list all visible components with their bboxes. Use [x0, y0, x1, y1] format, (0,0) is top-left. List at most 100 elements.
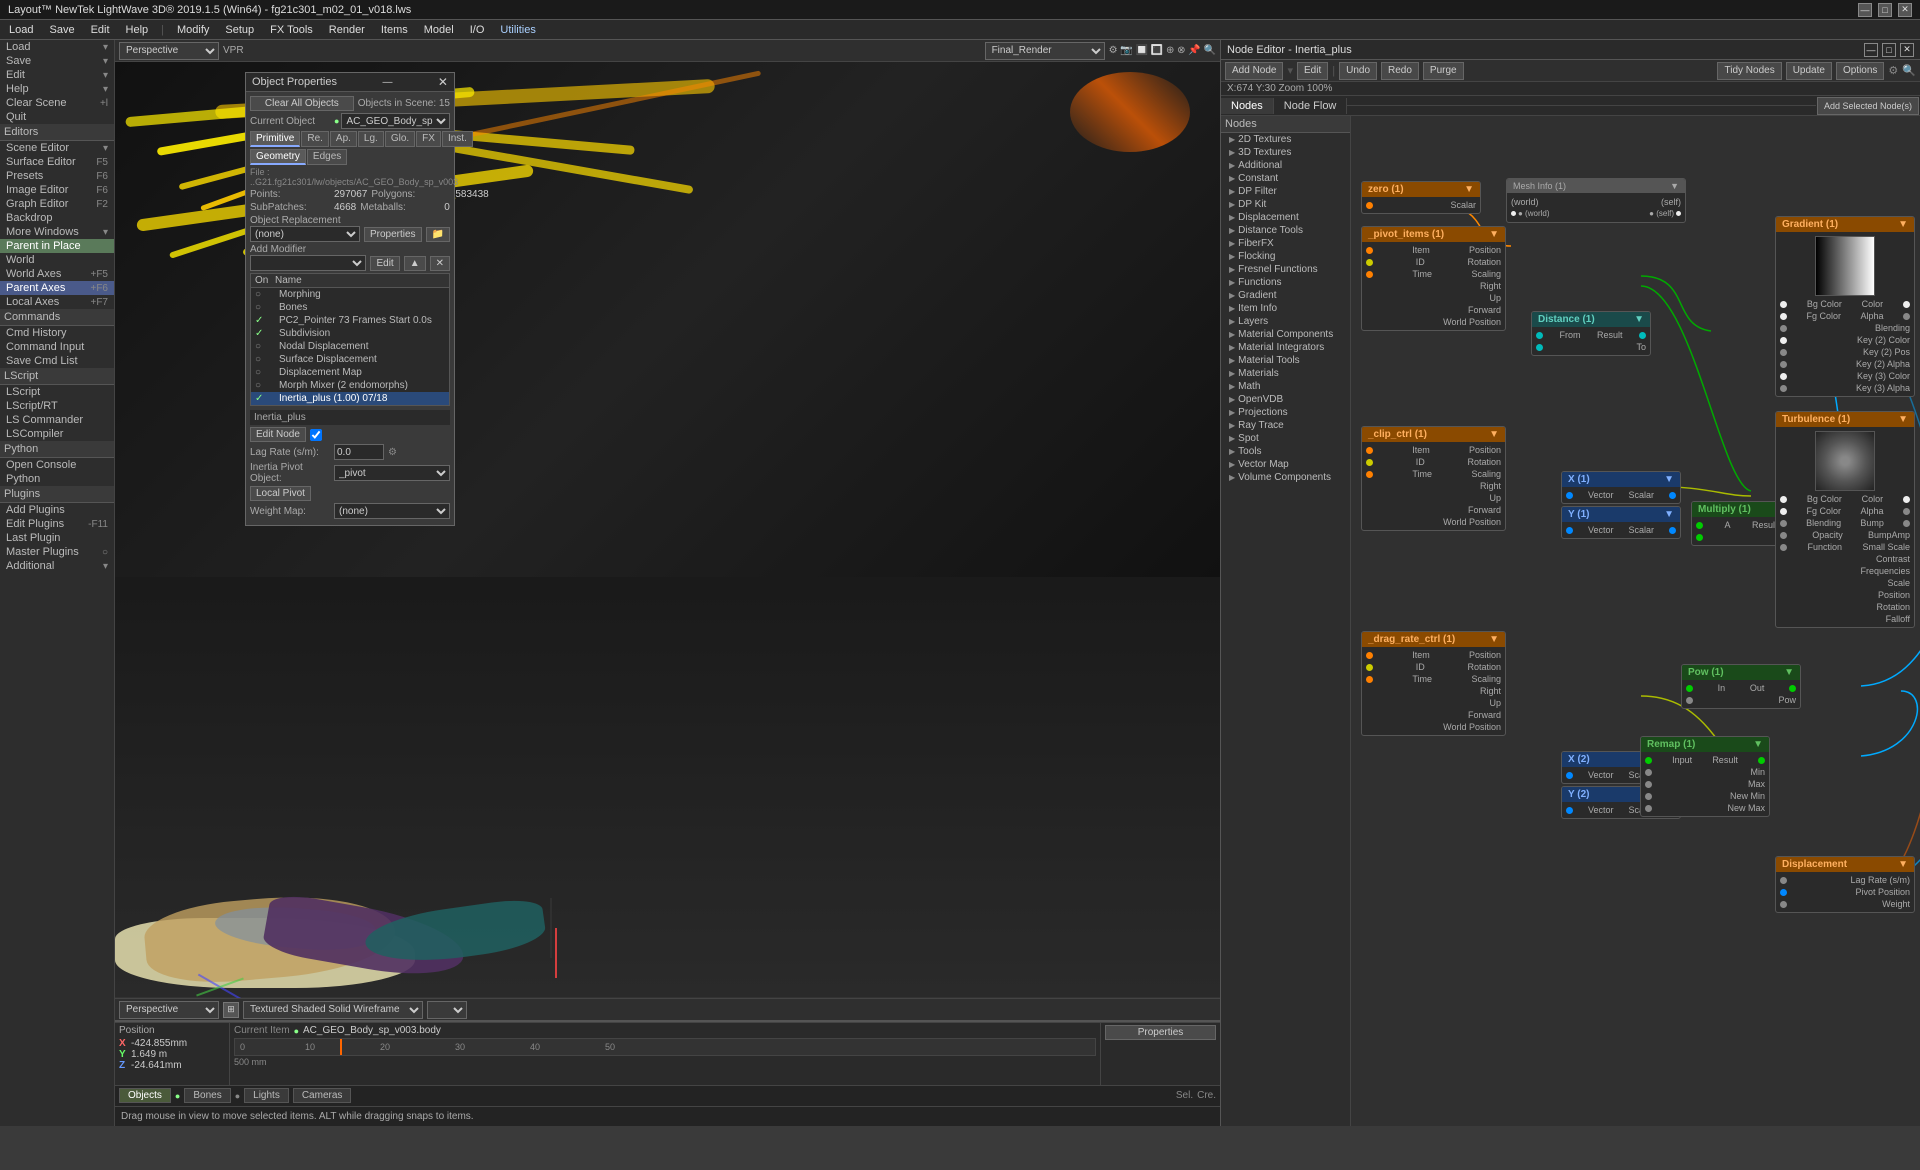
gradient-menu[interactable]: ▼	[1898, 219, 1908, 230]
weight-map-select[interactable]: (none)	[334, 503, 450, 519]
add-modifier-select[interactable]	[250, 255, 366, 271]
viewport-shading-select[interactable]: Textured Shaded Solid Wireframe	[243, 1001, 423, 1019]
tab-glo[interactable]: Glo.	[385, 131, 415, 147]
tidy-nodes-btn[interactable]: Tidy Nodes	[1717, 62, 1781, 80]
update-btn[interactable]: Update	[1786, 62, 1832, 80]
nodes-panel-item-3d[interactable]: ▶3D Textures	[1221, 146, 1350, 159]
pivot-items-menu[interactable]: ▼	[1489, 229, 1499, 240]
obj-properties-btn[interactable]: Properties	[364, 227, 422, 242]
add-selected-btn[interactable]: Add Selected Node(s)	[1817, 97, 1919, 115]
node-win-maximize[interactable]: □	[1882, 43, 1896, 57]
nodes-panel-item-vector-map[interactable]: ▶Vector Map	[1221, 458, 1350, 471]
tab-lg[interactable]: Lg.	[358, 131, 384, 147]
nodes-panel-item-layers[interactable]: ▶Layers	[1221, 315, 1350, 328]
bottom-tab-cameras[interactable]: Cameras	[293, 1088, 352, 1103]
dialog-close-icon[interactable]: ✕	[438, 75, 448, 89]
node-clip-ctrl[interactable]: _clip_ctrl (1) ▼ Item Position ID Rotati…	[1361, 426, 1506, 531]
win-minimize-btn[interactable]: —	[1858, 3, 1872, 17]
sidebar-local-axes[interactable]: Local Axes +F7	[0, 295, 114, 309]
sidebar-save-cmd-list[interactable]: Save Cmd List	[0, 354, 114, 368]
node-turbulence[interactable]: Turbulence (1) ▼ Bg Color Color	[1775, 411, 1915, 628]
nodes-panel-item-dp-filter[interactable]: ▶DP Filter	[1221, 185, 1350, 198]
edit-node-checkbox[interactable]	[310, 429, 322, 441]
menu-fxtools[interactable]: FX Tools	[265, 23, 318, 37]
sidebar-additional[interactable]: Additional ▾	[0, 559, 114, 573]
nodes-panel-item-volume[interactable]: ▶Volume Components	[1221, 471, 1350, 484]
nodes-panel-item-math[interactable]: ▶Math	[1221, 380, 1350, 393]
nodes-panel-item-displacement[interactable]: ▶Displacement	[1221, 211, 1350, 224]
mod-surface-disp[interactable]: ○ Surface Displacement	[251, 353, 449, 366]
node-remap[interactable]: Remap (1) ▼ Input Result Min	[1640, 736, 1770, 817]
tab-fx[interactable]: FX	[416, 131, 441, 147]
search-icon[interactable]: 🔍	[1902, 64, 1916, 77]
undo-btn[interactable]: Undo	[1339, 62, 1377, 80]
nodes-panel-item-distance[interactable]: ▶Distance Tools	[1221, 224, 1350, 237]
current-object-select[interactable]: AC_GEO_Body_sp	[341, 113, 450, 129]
x1-menu[interactable]: ▼	[1664, 474, 1674, 485]
node-x1[interactable]: X (1) ▼ Vector Scalar	[1561, 471, 1681, 504]
subtab-edges[interactable]: Edges	[307, 149, 347, 165]
subtab-geometry[interactable]: Geometry	[250, 149, 306, 165]
menu-load[interactable]: Load	[4, 23, 38, 37]
mesh-info-arrow[interactable]: ▼	[1670, 181, 1679, 191]
clip-ctrl-menu[interactable]: ▼	[1489, 429, 1499, 440]
dialog-minimize-icon[interactable]: —	[382, 77, 392, 88]
sidebar-lscompiler[interactable]: LSCompiler	[0, 427, 114, 441]
node-y1[interactable]: Y (1) ▼ Vector Scalar	[1561, 506, 1681, 539]
options-btn[interactable]: Options	[1836, 62, 1884, 80]
sidebar-more-windows[interactable]: More Windows ▾	[0, 225, 114, 239]
sidebar-presets[interactable]: Presets F6	[0, 169, 114, 183]
nodes-panel-item-additional[interactable]: ▶Additional	[1221, 159, 1350, 172]
menu-render[interactable]: Render	[324, 23, 370, 37]
sidebar-image-editor[interactable]: Image Editor F6	[0, 183, 114, 197]
pow-menu[interactable]: ▼	[1784, 667, 1794, 678]
render-preset-select[interactable]: Final_Render	[985, 42, 1105, 60]
menu-items[interactable]: Items	[376, 23, 413, 37]
redo-btn[interactable]: Redo	[1381, 62, 1419, 80]
local-pivot-btn[interactable]: Local Pivot	[250, 486, 311, 501]
nodes-panel-item-projections[interactable]: ▶Projections	[1221, 406, 1350, 419]
sidebar-last-plugin[interactable]: Last Plugin	[0, 531, 114, 545]
node-win-close[interactable]: ✕	[1900, 43, 1914, 57]
sidebar-item-load[interactable]: Load ▾	[0, 40, 114, 54]
sidebar-edit-plugins[interactable]: Edit Plugins -F11	[0, 517, 114, 531]
nodes-panel-item-functions[interactable]: ▶Functions	[1221, 276, 1350, 289]
bottom-tab-bones[interactable]: Bones	[184, 1088, 230, 1103]
node-gradient[interactable]: Gradient (1) ▼ Bg Color Color	[1775, 216, 1915, 397]
lag-rate-input[interactable]	[334, 444, 384, 460]
bottom-properties-btn[interactable]: Properties	[1105, 1025, 1216, 1040]
sidebar-graph-editor[interactable]: Graph Editor F2	[0, 197, 114, 211]
nodes-tab[interactable]: Nodes	[1221, 98, 1274, 114]
tab-re[interactable]: Re.	[301, 131, 329, 147]
menu-modify[interactable]: Modify	[172, 23, 214, 37]
sidebar-command-input[interactable]: Command Input	[0, 340, 114, 354]
sidebar-master-plugins[interactable]: Master Plugins ○	[0, 545, 114, 559]
nodes-panel-item-constant[interactable]: ▶Constant	[1221, 172, 1350, 185]
tab-ap[interactable]: Ap.	[330, 131, 357, 147]
sidebar-item-help[interactable]: Help ▾	[0, 82, 114, 96]
sidebar-lscript[interactable]: LScript	[0, 385, 114, 399]
nodes-panel-item-mat-int[interactable]: ▶Material Integrators	[1221, 341, 1350, 354]
nodes-panel-item-openvdb[interactable]: ▶OpenVDB	[1221, 393, 1350, 406]
sidebar-world[interactable]: World	[0, 253, 114, 267]
win-close-btn[interactable]: ✕	[1898, 3, 1912, 17]
node-flow-tab[interactable]: Node Flow	[1274, 98, 1348, 114]
menu-utilities[interactable]: Utilities	[495, 23, 540, 37]
sidebar-item-save[interactable]: Save ▾	[0, 54, 114, 68]
nodes-panel-item-raytrace[interactable]: ▶Ray Trace	[1221, 419, 1350, 432]
remap-menu[interactable]: ▼	[1753, 739, 1763, 750]
modifier-del-btn[interactable]: ✕	[430, 256, 450, 271]
settings-icon[interactable]: ⚙	[1888, 64, 1898, 77]
mod-bones[interactable]: ○ Bones	[251, 301, 449, 314]
node-graph-canvas[interactable]: zero (1) ▼ Scalar Mesh Info (1) ▼	[1351, 116, 1920, 1126]
node-drag-rate-ctrl[interactable]: _drag_rate_ctrl (1) ▼ Item Position ID R…	[1361, 631, 1506, 736]
node-distance[interactable]: Distance (1) ▼ From Result To	[1531, 311, 1651, 356]
nodes-panel-item-mat-tools[interactable]: ▶Material Tools	[1221, 354, 1350, 367]
mod-pc2[interactable]: ✓ PC2_Pointer 73 Frames Start 0.0s	[251, 314, 449, 327]
sidebar-backdrop[interactable]: Backdrop	[0, 211, 114, 225]
sidebar-ls-commander[interactable]: LS Commander	[0, 413, 114, 427]
node-pivot-items[interactable]: _pivot_items (1) ▼ Item Position ID Rota…	[1361, 226, 1506, 331]
add-node-btn[interactable]: Add Node	[1225, 62, 1283, 80]
displacement-menu[interactable]: ▼	[1898, 859, 1908, 870]
menu-model[interactable]: Model	[419, 23, 459, 37]
